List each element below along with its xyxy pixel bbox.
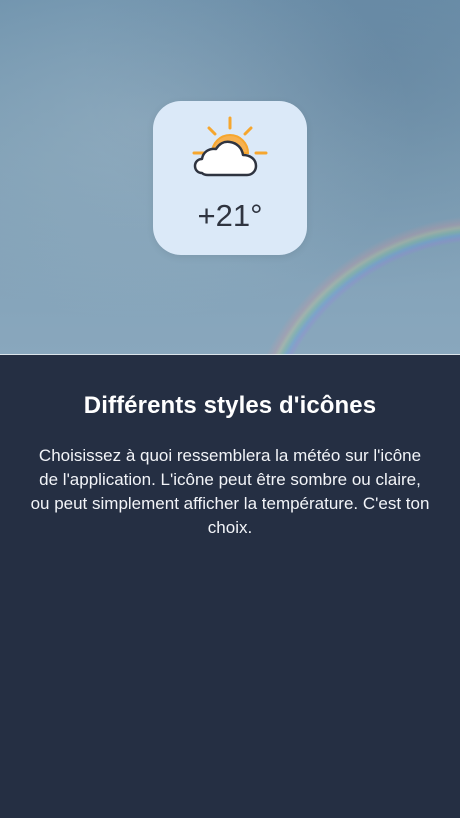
weather-hero: +21° bbox=[0, 0, 460, 355]
partly-cloudy-sun-icon bbox=[192, 116, 268, 177]
page-description: Choisissez à quoi ressemblera la météo s… bbox=[30, 446, 430, 537]
page-title: Différents styles d'icônes bbox=[83, 392, 377, 419]
temperature-label: +21° bbox=[197, 198, 263, 233]
weather-app-icon-preview: +21° bbox=[153, 101, 307, 255]
hero-divider bbox=[0, 354, 460, 355]
onboarding-content: Différents styles d'icônes Choisissez à … bbox=[0, 356, 460, 818]
